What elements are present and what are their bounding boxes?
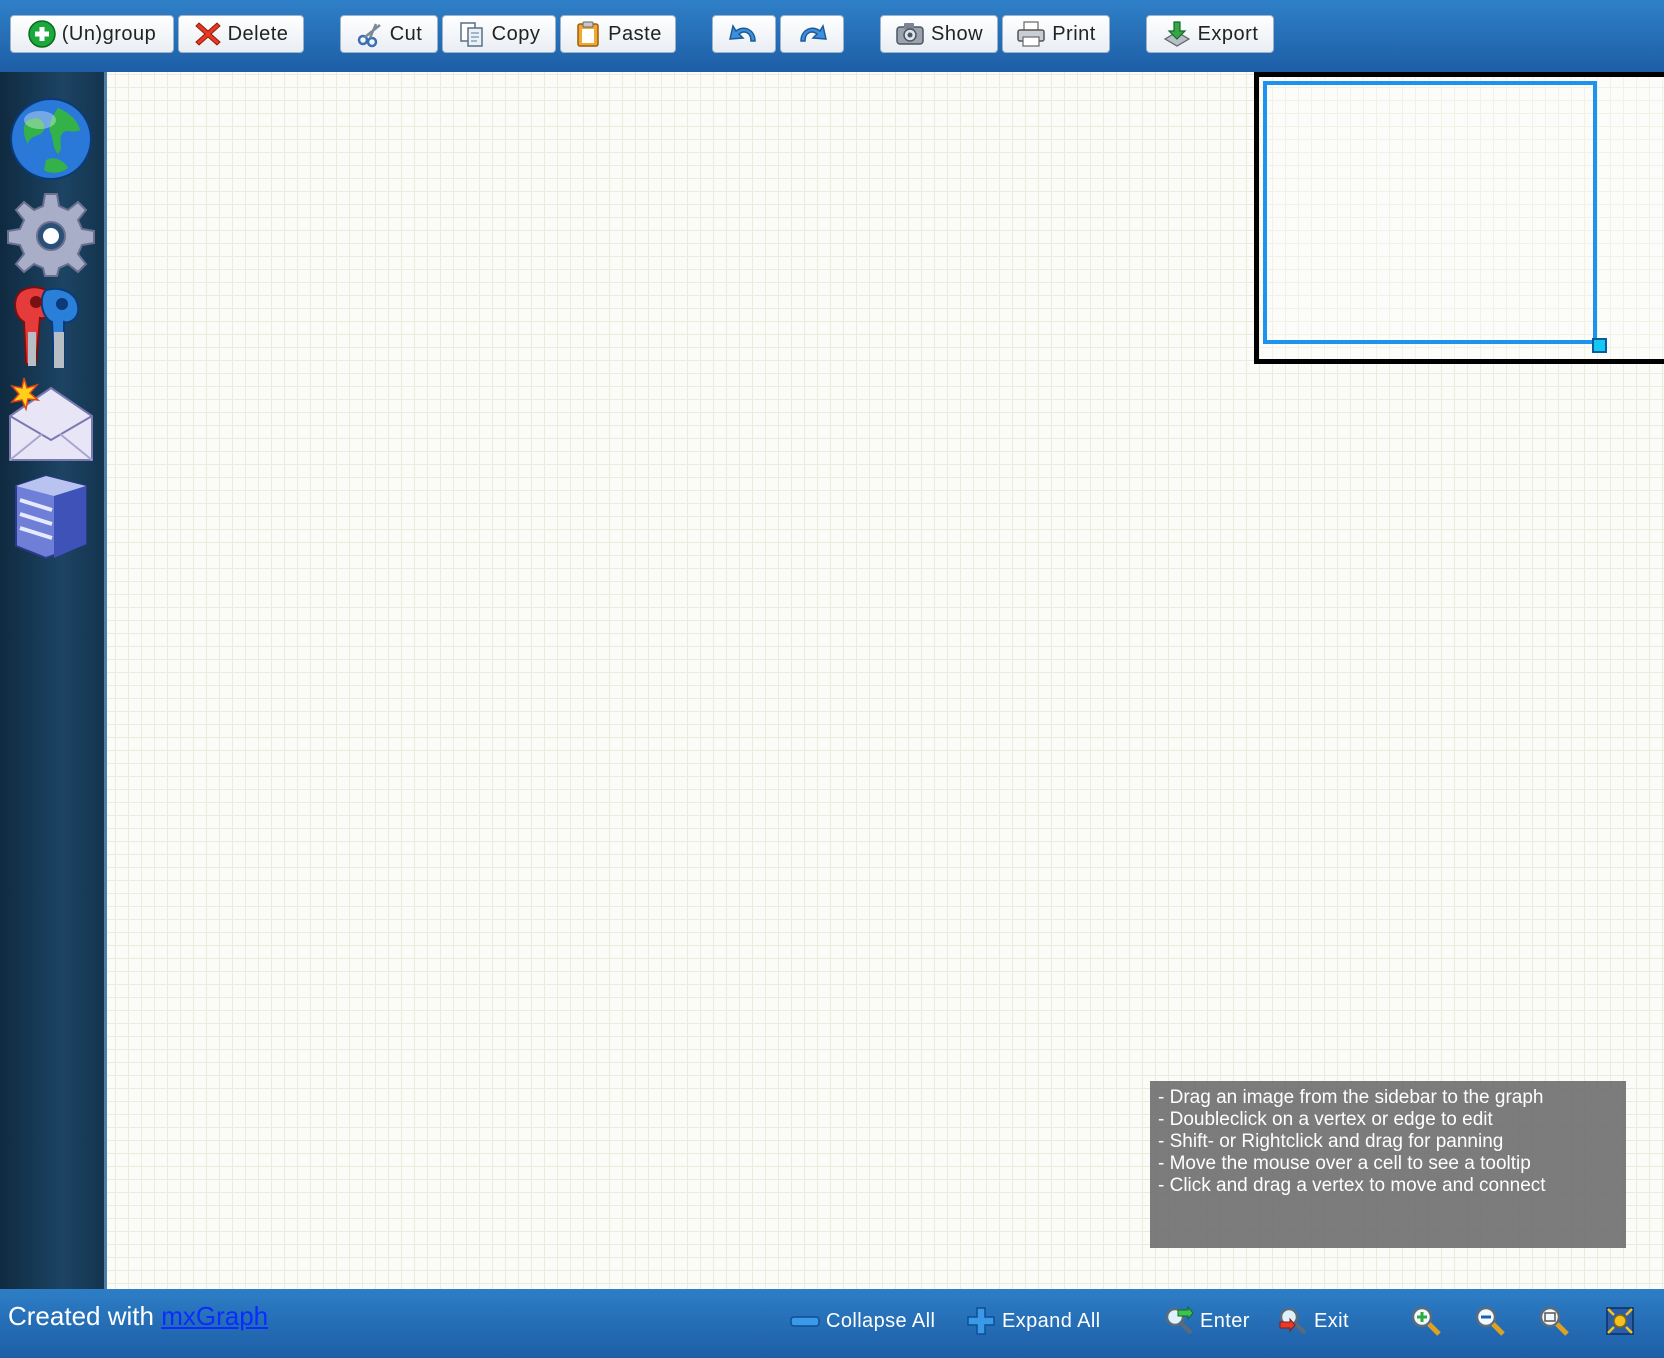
instructions-panel: - Drag an image from the sidebar to the … (1150, 1081, 1626, 1248)
delete-button[interactable]: Delete (178, 15, 304, 53)
outline-panel[interactable] (1254, 72, 1664, 364)
keys-icon[interactable] (6, 282, 96, 372)
enter-icon (1165, 1306, 1194, 1335)
export-icon (1163, 21, 1190, 47)
clipboard-icon (577, 21, 599, 47)
instruction-line: - Move the mouse over a cell to see a to… (1158, 1153, 1531, 1174)
camera-icon (896, 23, 924, 45)
collapse-all-button[interactable]: Collapse All (790, 1304, 935, 1338)
add-icon (27, 20, 56, 48)
mxgraph-link[interactable]: mxGraph (161, 1301, 268, 1331)
copy-label: Copy (491, 22, 541, 45)
fit-icon[interactable] (1604, 1305, 1636, 1337)
instruction-line: - Shift- or Rightclick and drag for pann… (1158, 1131, 1504, 1152)
redo-button[interactable] (780, 15, 844, 53)
zoom-actual-icon[interactable] (1538, 1305, 1570, 1337)
outline-resize-handle[interactable] (1592, 338, 1607, 353)
expand-all-label: Expand All (1002, 1309, 1101, 1332)
enter-label: Enter (1200, 1309, 1250, 1332)
print-label: Print (1052, 22, 1096, 45)
mail-icon[interactable] (6, 376, 96, 466)
paste-label: Paste (608, 22, 662, 45)
cut-button[interactable]: Cut (340, 15, 438, 53)
export-button[interactable]: Export (1146, 15, 1274, 53)
outline-viewport[interactable] (1263, 81, 1597, 344)
globe-icon[interactable] (6, 94, 96, 184)
export-label: Export (1197, 22, 1259, 45)
show-label: Show (930, 22, 984, 45)
minus-icon (790, 1316, 820, 1327)
paste-button[interactable]: Paste (560, 15, 676, 53)
credit: Created with mxGraph (8, 1301, 268, 1332)
server-icon[interactable] (6, 470, 96, 560)
redo-icon (800, 24, 827, 42)
enter-group-button[interactable]: Enter (1164, 1304, 1250, 1338)
undo-button[interactable] (712, 15, 776, 53)
gear-icon[interactable] (6, 188, 96, 278)
expand-all-button[interactable]: Expand All (966, 1304, 1101, 1338)
exit-label: Exit (1314, 1309, 1349, 1332)
group-label: (Un)group (61, 22, 157, 45)
sidebar (0, 72, 107, 1289)
instruction-line: - Doubleclick on a vertex or edge to edi… (1158, 1109, 1493, 1130)
copy-icon (459, 22, 483, 47)
zoom-in-icon[interactable] (1410, 1305, 1442, 1337)
plus-icon (967, 1307, 995, 1335)
exit-group-button[interactable]: Exit (1278, 1304, 1349, 1338)
printer-icon (1017, 21, 1045, 47)
copy-button[interactable]: Copy (442, 15, 556, 53)
print-button[interactable]: Print (1002, 15, 1110, 53)
delete-icon (194, 22, 221, 46)
toolbar: (Un)group Delete Cut Copy Paste Show Pri… (0, 0, 1664, 73)
exit-icon (1279, 1307, 1307, 1335)
show-button[interactable]: Show (880, 15, 998, 53)
instruction-line: - Drag an image from the sidebar to the … (1158, 1087, 1544, 1108)
delete-label: Delete (227, 22, 289, 45)
footer-bar: Created with mxGraph Collapse All Expand… (0, 1289, 1664, 1358)
group-button[interactable]: (Un)group (10, 15, 174, 53)
credit-prefix: Created with (8, 1301, 154, 1331)
scissors-icon (357, 23, 381, 48)
cut-label: Cut (389, 22, 423, 45)
instruction-line: - Click and drag a vertex to move and co… (1158, 1175, 1546, 1196)
zoom-out-icon[interactable] (1474, 1305, 1506, 1337)
undo-icon (729, 24, 756, 42)
collapse-all-label: Collapse All (826, 1309, 936, 1332)
